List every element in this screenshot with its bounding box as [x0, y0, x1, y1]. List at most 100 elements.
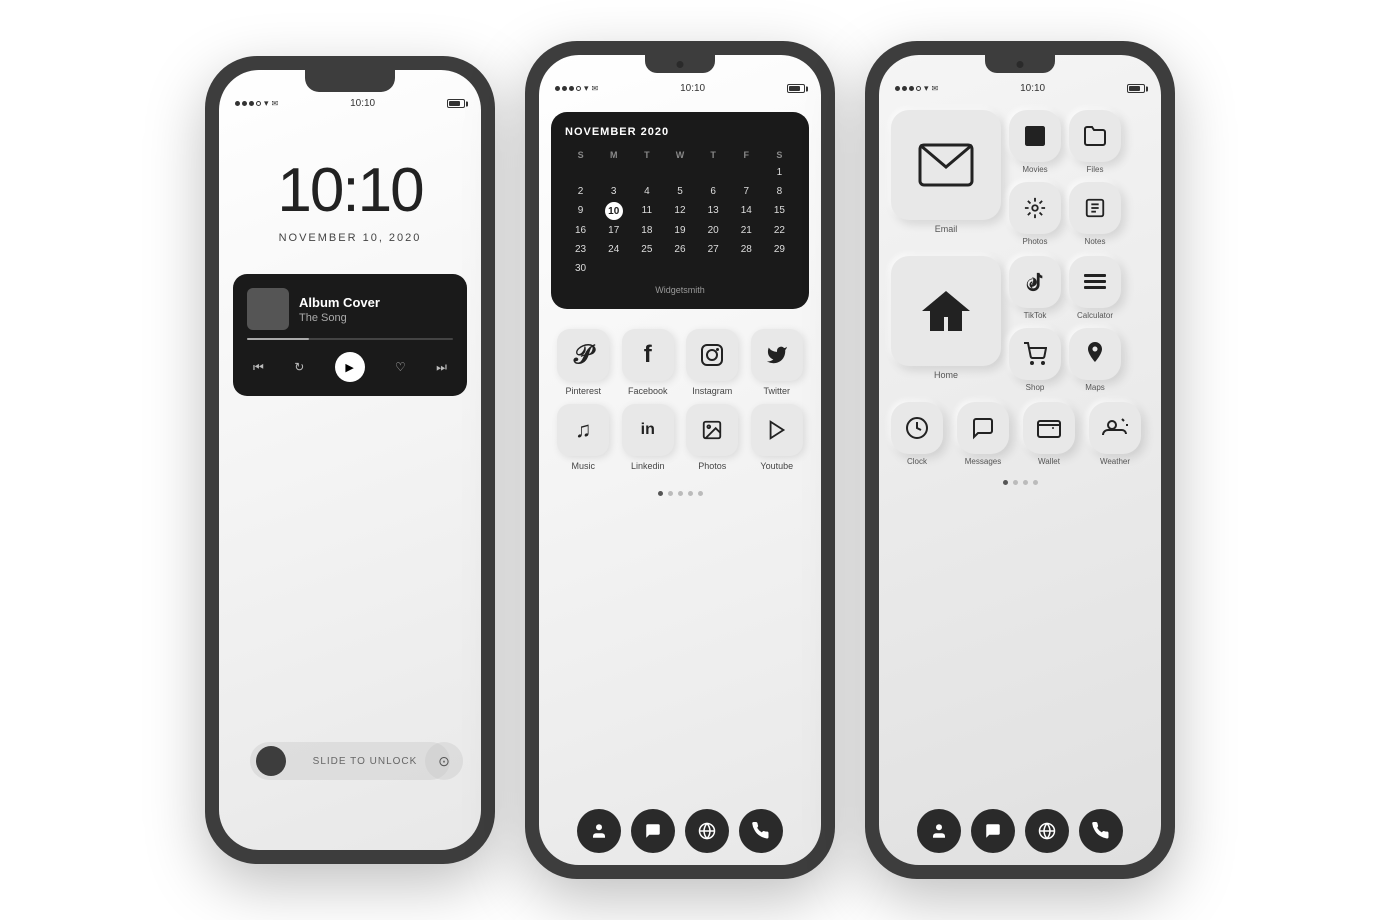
signal-dot-3 [249, 101, 254, 106]
wallet-icon-box [1023, 402, 1075, 454]
instagram-icon-box [686, 329, 738, 381]
app-twitter[interactable]: Twitter [749, 329, 806, 396]
app-maps[interactable]: Maps [1069, 328, 1121, 392]
status-right [447, 99, 465, 108]
status-left: ▾ ✉ [235, 98, 278, 109]
tiktok-icon-box [1009, 256, 1061, 308]
maps-icon-box [1069, 328, 1121, 380]
music-controls[interactable]: ⏮ ↻ ▶ ♡ ⏭ [247, 348, 453, 382]
prev-button[interactable]: ⏮ [253, 360, 264, 375]
messages-icon-box [957, 402, 1009, 454]
dock-3-contacts[interactable] [917, 809, 961, 853]
cal-header-t2: T [698, 148, 729, 162]
app-home-item[interactable]: Home [891, 256, 1001, 380]
music-title: Album Cover [299, 295, 380, 310]
app-shop[interactable]: Shop [1009, 328, 1061, 392]
app-instagram[interactable]: Instagram [684, 329, 741, 396]
apps-section-3: Clock Messages Wallet [879, 392, 1161, 466]
app-linkedin[interactable]: in Linkedin [620, 404, 677, 471]
progress-fill [247, 338, 309, 340]
unlock-bar[interactable]: SLIDE TO UNLOCK [250, 742, 450, 780]
dock-3-phone[interactable] [1079, 809, 1123, 853]
home-label: Home [934, 370, 958, 380]
dock-3-whatsapp[interactable] [971, 809, 1015, 853]
lock-time: 10:10 [219, 155, 481, 226]
app-music[interactable]: ♫ Music [555, 404, 612, 471]
app-notes[interactable]: Notes [1069, 182, 1121, 246]
status-time-2: 10:10 [680, 83, 705, 94]
dock-browser[interactable] [685, 809, 729, 853]
signal-dots [235, 101, 261, 106]
clock-label: Clock [907, 457, 927, 466]
phone-apps: ▾ ✉ 10:10 [865, 41, 1175, 879]
status-right-3 [1127, 84, 1145, 93]
dock-2[interactable] [577, 809, 783, 853]
next-button[interactable]: ⏭ [436, 360, 447, 375]
home-icon-box [891, 256, 1001, 366]
app-photos[interactable]: Photos [684, 404, 741, 471]
shop-icon-box [1009, 328, 1061, 380]
app-calculator[interactable]: Calculator [1069, 256, 1121, 320]
music-label: Music [571, 461, 595, 471]
apps-section-2: Home TikTok [879, 246, 1161, 392]
play-button[interactable]: ▶ [335, 352, 365, 382]
camera-dot-2 [677, 61, 684, 68]
app-tiktok[interactable]: TikTok [1009, 256, 1061, 320]
dock-phone[interactable] [739, 809, 783, 853]
app-youtube[interactable]: Youtube [749, 404, 806, 471]
camera-button[interactable]: ⊙ [425, 742, 463, 780]
app-pinterest[interactable]: 𝒫 Pinterest [555, 329, 612, 396]
signal-dots-3 [895, 86, 921, 91]
files-icon-box [1069, 110, 1121, 162]
cal-header-s2: S [764, 148, 795, 162]
wifi-icon: ▾ [264, 98, 269, 109]
notch [305, 70, 395, 92]
app-files[interactable]: Files [1069, 110, 1121, 174]
app-messages[interactable]: Messages [957, 402, 1009, 466]
pinterest-label: Pinterest [565, 386, 601, 396]
app-weather[interactable]: Weather [1089, 402, 1141, 466]
notch-3 [985, 55, 1055, 73]
email-label: Email [935, 224, 958, 234]
cal-header-f: F [731, 148, 762, 162]
unlock-thumb [256, 746, 286, 776]
app-photos-3[interactable]: Photos [1009, 182, 1061, 246]
calculator-icon-box [1069, 256, 1121, 308]
camera-dot-3 [1017, 61, 1024, 68]
calendar-widget: NOVEMBER 2020 S M T W T F S [551, 112, 809, 309]
app-movies[interactable]: Movies [1009, 110, 1061, 174]
files-label: Files [1087, 165, 1104, 174]
notes-label: Notes [1085, 237, 1106, 246]
music-text: Album Cover The Song [299, 295, 380, 324]
page-dots-2 [539, 491, 821, 496]
dock-whatsapp[interactable] [631, 809, 675, 853]
replay-button[interactable]: ↻ [294, 360, 304, 374]
dock-3-browser[interactable] [1025, 809, 1069, 853]
wifi-icon-2: ▾ [584, 83, 589, 94]
calendar-grid: S M T W T F S 1 2 3 [565, 148, 795, 277]
messages-label: Messages [965, 457, 1001, 466]
linkedin-label: Linkedin [631, 461, 665, 471]
cal-header-s1: S [565, 148, 596, 162]
app-wallet[interactable]: Wallet [1023, 402, 1075, 466]
dock-3[interactable] [917, 809, 1123, 853]
signal-dots-2 [555, 86, 581, 91]
dock-contacts[interactable] [577, 809, 621, 853]
app-facebook[interactable]: f Facebook [620, 329, 677, 396]
status-right-2 [787, 84, 805, 93]
music-info: Album Cover The Song [247, 288, 453, 330]
signal-dot-1 [235, 101, 240, 106]
cal-header-w: W [664, 148, 695, 162]
signal-dot-2 [242, 101, 247, 106]
linkedin-icon-box: in [622, 404, 674, 456]
signal-dot-4 [256, 101, 261, 106]
facebook-label: Facebook [628, 386, 668, 396]
apps-mid-right: TikTok Calculator [1009, 256, 1121, 392]
app-grid-social: 𝒫 Pinterest f Facebook Instagram [539, 315, 821, 485]
app-clock[interactable]: Clock [891, 402, 943, 466]
app-email-item[interactable]: Email [891, 110, 1001, 234]
heart-button[interactable]: ♡ [395, 360, 406, 374]
youtube-icon-box [751, 404, 803, 456]
instagram-label: Instagram [692, 386, 732, 396]
battery-fill-3 [1129, 86, 1140, 91]
